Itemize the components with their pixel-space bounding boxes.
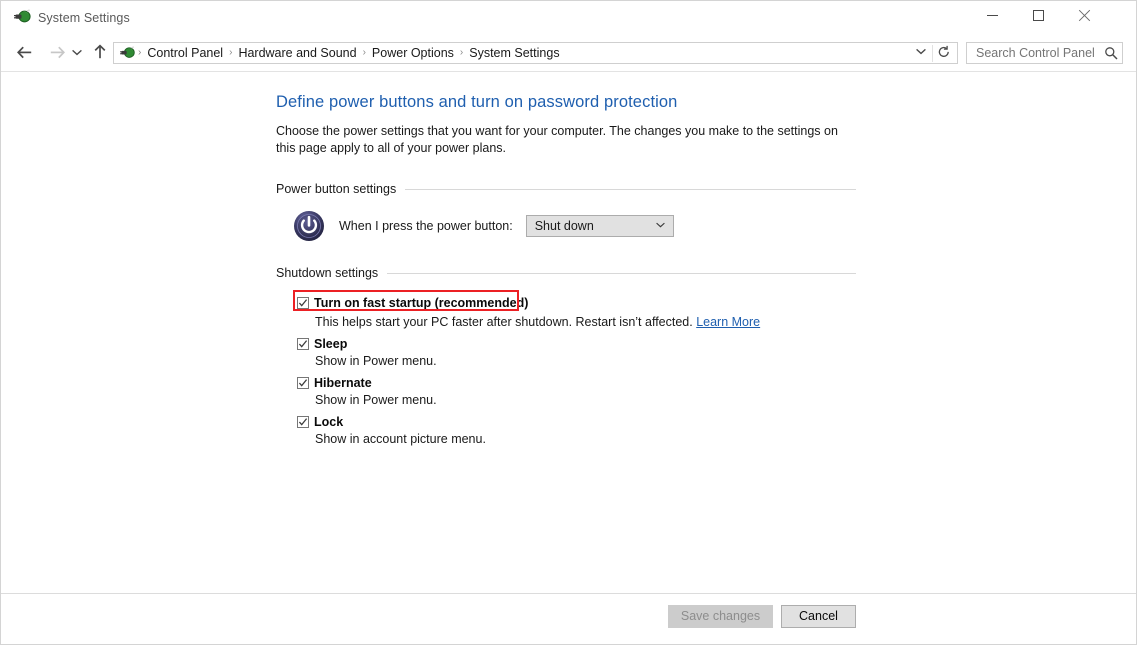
address-bar[interactable]: › Control Panel › Hardware and Sound › P…: [113, 42, 958, 64]
breadcrumb-separator: ›: [362, 47, 366, 58]
save-changes-button[interactable]: Save changes: [668, 605, 773, 628]
checkbox-row-lock[interactable]: Lock: [276, 413, 876, 431]
checkbox-description-sleep: Show in Power menu.: [315, 354, 437, 368]
back-arrow-icon: [17, 46, 32, 58]
search-input[interactable]: [974, 45, 1104, 61]
power-options-icon: [14, 9, 32, 26]
cancel-button[interactable]: Cancel: [781, 605, 856, 628]
close-icon: [1078, 10, 1090, 22]
search-box[interactable]: [966, 42, 1123, 64]
maximize-icon: [1032, 10, 1044, 21]
shutdown-settings-heading: Shutdown settings: [276, 266, 856, 280]
system-settings-window: System Settings › Control Panel › Hardwa…: [0, 0, 1137, 645]
power-button-settings-section: Power button settings When I press the p…: [276, 182, 876, 242]
checkbox-label-fast-startup: Turn on fast startup (recommended): [314, 296, 529, 310]
section-label: Shutdown settings: [276, 266, 379, 280]
window-title: System Settings: [38, 11, 130, 25]
footer-bar: Save changes Cancel: [0, 593, 1137, 645]
breadcrumb-power-options[interactable]: Power Options: [368, 43, 458, 63]
back-button[interactable]: [13, 40, 37, 64]
address-history-chevron-icon[interactable]: [913, 47, 929, 59]
page-title: Define power buttons and turn on passwor…: [276, 93, 678, 111]
up-arrow-icon: [94, 44, 106, 59]
close-button[interactable]: [1061, 0, 1107, 31]
power-button-action-value: Shut down: [534, 219, 594, 233]
checkbox-row-sleep[interactable]: Sleep: [276, 335, 876, 353]
settings-page: Define power buttons and turn on passwor…: [276, 93, 876, 452]
breadcrumb-root-icon: [120, 45, 136, 61]
power-button-row: When I press the power button: Shut down: [276, 210, 876, 242]
checkbox-label-hibernate: Hibernate: [314, 376, 372, 390]
breadcrumb-control-panel[interactable]: Control Panel: [143, 43, 227, 63]
maximize-button[interactable]: [1015, 0, 1061, 31]
checkbox-hibernate[interactable]: [297, 377, 309, 389]
forward-button: [45, 40, 69, 64]
checkbox-description-hibernate: Show in Power menu.: [315, 393, 437, 407]
checkbox-description-lock: Show in account picture menu.: [315, 432, 486, 446]
checkbox-sleep[interactable]: [297, 338, 309, 350]
checkbox-row-fast-startup[interactable]: Turn on fast startup (recommended): [276, 290, 876, 312]
breadcrumb-hardware-and-sound[interactable]: Hardware and Sound: [234, 43, 360, 63]
breadcrumb-separator: ›: [138, 47, 142, 58]
minimize-button[interactable]: [969, 0, 1015, 31]
page-description: Choose the power settings that you want …: [276, 124, 838, 155]
power-button-settings-heading: Power button settings: [276, 182, 856, 196]
title-bar: System Settings: [0, 0, 1137, 34]
chevron-down-icon: [72, 49, 82, 55]
recent-locations-button[interactable]: [68, 40, 86, 64]
refresh-icon[interactable]: [935, 45, 953, 62]
power-button-icon: [293, 210, 325, 242]
shutdown-settings-section: Shutdown settings Turn on fast startup (…: [276, 266, 876, 448]
up-one-level-button[interactable]: [88, 40, 112, 64]
learn-more-link[interactable]: Learn More: [696, 315, 760, 329]
content-area: Define power buttons and turn on passwor…: [0, 71, 1137, 594]
checkbox-label-lock: Lock: [314, 415, 344, 429]
checkbox-description-fast-startup: This helps start your PC faster after sh…: [276, 314, 876, 331]
forward-arrow-icon: [50, 46, 65, 58]
checkbox-row-hibernate[interactable]: Hibernate: [276, 374, 876, 392]
checkbox-fast-startup[interactable]: [297, 297, 309, 309]
breadcrumb-separator: ›: [229, 47, 233, 58]
power-button-label: When I press the power button:: [339, 219, 513, 233]
breadcrumb-separator: ›: [459, 47, 464, 58]
section-rule: [387, 272, 856, 274]
power-button-action-select[interactable]: Shut down: [525, 215, 674, 237]
checkbox-lock[interactable]: [297, 416, 309, 428]
checkbox-label-sleep: Sleep: [314, 337, 348, 351]
breadcrumb-system-settings[interactable]: System Settings: [465, 43, 563, 63]
chevron-down-icon: [655, 221, 666, 232]
description-text: This helps start your PC faster after sh…: [315, 315, 693, 329]
minimize-icon: [986, 15, 998, 16]
address-bar-divider: [932, 45, 933, 62]
section-label: Power button settings: [276, 182, 397, 196]
section-rule: [405, 188, 856, 190]
search-icon[interactable]: [1104, 46, 1118, 60]
